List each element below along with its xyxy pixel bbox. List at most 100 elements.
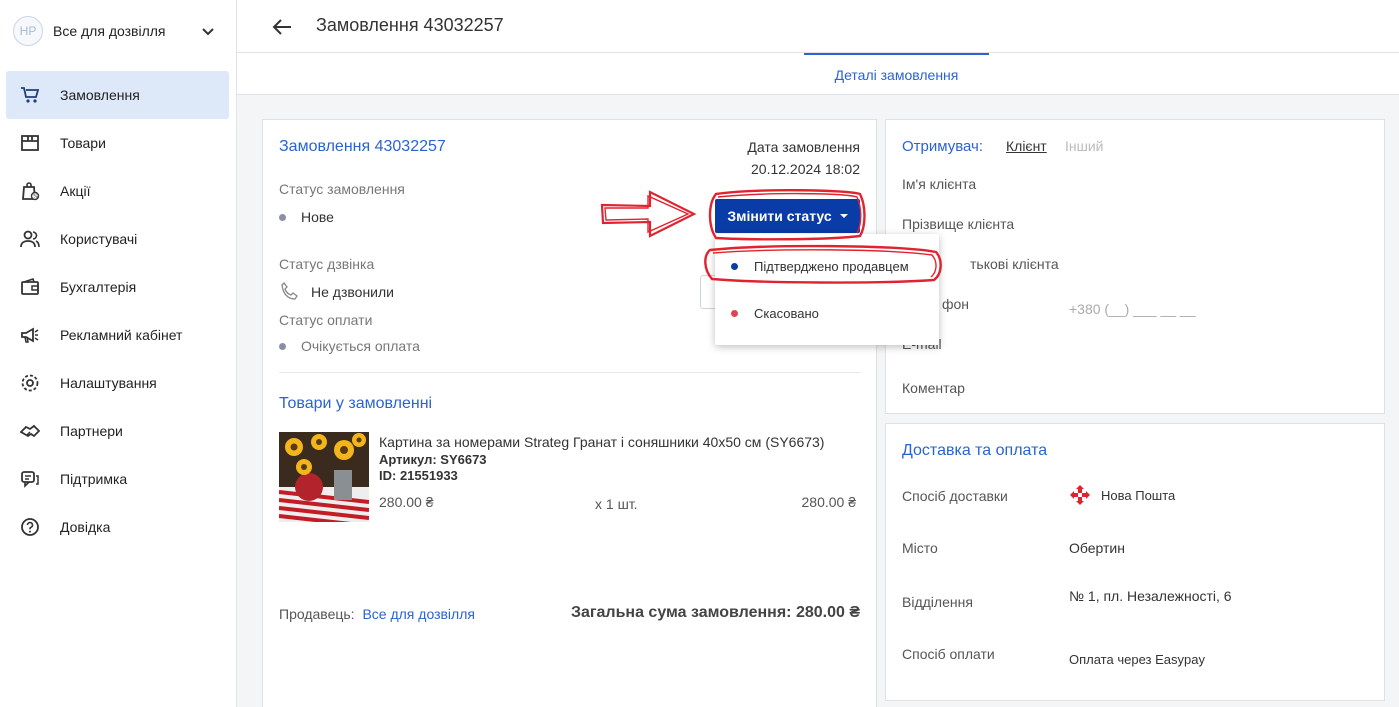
box-icon bbox=[21, 135, 39, 151]
seller-line: Продавець: Все для дозвілля bbox=[279, 606, 475, 622]
sidebar-nav: Замовлення Товари % Акції Користувачі Бу… bbox=[6, 71, 229, 551]
product-quantity: x 1 шт. bbox=[595, 496, 638, 512]
megaphone-icon bbox=[21, 327, 39, 343]
order-status-value: Нове bbox=[279, 209, 334, 225]
payment-method-label: Спосіб оплати bbox=[902, 646, 995, 662]
sidebar-item-label: Товари bbox=[60, 135, 106, 151]
sidebar-item-label: Рекламний кабінет bbox=[60, 327, 183, 343]
city-label: Місто bbox=[902, 540, 938, 556]
sidebar-item-partners[interactable]: Партнери bbox=[6, 407, 229, 455]
status-dot bbox=[731, 309, 738, 317]
call-status-value: Не дзвонили bbox=[279, 281, 394, 303]
status-text: Нове bbox=[301, 209, 334, 225]
order-card: Замовлення 43032257 Дата замовлення 20.1… bbox=[262, 119, 877, 707]
order-date-value: 20.12.2024 18:02 bbox=[751, 161, 860, 177]
sidebar-item-support[interactable]: Підтримка bbox=[6, 455, 229, 503]
sidebar: HP Все для дозвілля Замовлення Товари % … bbox=[0, 0, 237, 707]
shop-name: Все для дозвілля bbox=[53, 23, 166, 39]
change-status-label: Змінити статус bbox=[727, 208, 832, 224]
goods-title: Товари у замовленні bbox=[279, 395, 433, 412]
delivery-method-value: Нова Пошта bbox=[1101, 488, 1176, 503]
product-sum: 280.00 ₴ bbox=[801, 494, 857, 510]
help-icon bbox=[21, 518, 39, 536]
seller-link[interactable]: Все для дозвілля bbox=[362, 606, 475, 622]
tab-order-details[interactable]: Деталі замовлення bbox=[804, 53, 989, 94]
middle-name-label: тькові клієнта bbox=[970, 256, 1059, 272]
status-option-label: Підтверджено продавцем bbox=[754, 258, 909, 274]
page-title: Замовлення 43032257 bbox=[316, 15, 504, 35]
wallet-icon bbox=[21, 277, 39, 295]
last-name-label: Прізвище клієнта bbox=[902, 216, 1015, 232]
back-arrow-icon[interactable] bbox=[271, 16, 293, 38]
delivery-method-label: Спосіб доставки bbox=[902, 488, 1008, 504]
status-dropdown: Підтверджено продавцем Скасовано bbox=[715, 234, 939, 345]
caret-down-icon bbox=[839, 214, 848, 218]
sidebar-item-label: Довідка bbox=[60, 519, 111, 535]
tab-other[interactable]: Інший bbox=[1065, 138, 1104, 154]
city-value: Обертин bbox=[1069, 540, 1125, 556]
seller-label: Продавець: bbox=[279, 606, 355, 622]
status-option-label: Скасовано bbox=[754, 305, 819, 321]
sidebar-item-label: Акції bbox=[60, 183, 91, 199]
change-status-button[interactable]: Змінити статус bbox=[715, 199, 860, 233]
branch-label: Відділення bbox=[902, 594, 973, 610]
gear-icon bbox=[21, 374, 39, 392]
payment-method-value: Оплата через Easypay bbox=[1069, 652, 1205, 667]
call-status-label: Статус дзвінка bbox=[279, 256, 375, 272]
page-header: Замовлення 43032257 bbox=[237, 0, 1399, 53]
order-title: Замовлення 43032257 bbox=[279, 138, 446, 155]
users-icon bbox=[20, 230, 40, 248]
status-dot bbox=[279, 213, 286, 221]
status-option-cancelled[interactable]: Скасовано bbox=[715, 293, 939, 333]
phone-label: фон bbox=[942, 296, 970, 312]
delivery-card: Доставка та оплата Спосіб доставки Нова … bbox=[885, 423, 1385, 701]
sidebar-item-promos[interactable]: % Акції bbox=[6, 167, 229, 215]
recipient-card: Отримувач: Клієнт Інший Ім'я клієнта Прі… bbox=[885, 119, 1385, 414]
status-option-confirmed[interactable]: Підтверджено продавцем bbox=[715, 246, 939, 286]
order-total: Загальна сума замовлення: 280.00 ₴ bbox=[570, 604, 860, 621]
product-price: 280.00 ₴ bbox=[379, 494, 434, 510]
payment-status-text: Очікується оплата bbox=[301, 338, 420, 354]
delivery-title: Доставка та оплата bbox=[902, 442, 1048, 459]
sidebar-item-label: Налаштування bbox=[60, 375, 157, 391]
call-status-text: Не дзвонили bbox=[311, 284, 394, 300]
handshake-icon bbox=[20, 424, 40, 438]
sidebar-item-users[interactable]: Користувачі bbox=[6, 215, 229, 263]
product-name[interactable]: Картина за номерами Strateg Гранат і сон… bbox=[379, 434, 824, 450]
sidebar-item-label: Підтримка bbox=[60, 471, 128, 487]
cart-icon bbox=[21, 87, 40, 103]
product-sku: Артикул: SY6673 bbox=[379, 452, 487, 467]
sidebar-item-label: Партнери bbox=[60, 423, 123, 439]
avatar: HP bbox=[13, 16, 43, 46]
sidebar-item-goods[interactable]: Товари bbox=[6, 119, 229, 167]
sidebar-item-label: Користувачі bbox=[60, 231, 138, 247]
phone-icon bbox=[281, 282, 298, 300]
sidebar-item-ads[interactable]: Рекламний кабінет bbox=[6, 311, 229, 359]
tab-client[interactable]: Клієнт bbox=[1006, 138, 1047, 154]
svg-text:%: % bbox=[33, 194, 38, 200]
comment-label: Коментар bbox=[902, 380, 965, 396]
recipient-title: Отримувач: bbox=[902, 138, 984, 155]
sidebar-item-accounting[interactable]: Бухгалтерія bbox=[6, 263, 229, 311]
status-dot bbox=[279, 342, 286, 350]
nova-poshta-logo-icon bbox=[1070, 485, 1090, 505]
payment-status-value: Очікується оплата bbox=[279, 338, 420, 354]
phone-input[interactable]: +380 (__) ___ __ __ bbox=[1069, 301, 1196, 317]
promo-bag-icon: % bbox=[22, 182, 40, 201]
sidebar-item-help[interactable]: Довідка bbox=[6, 503, 229, 551]
product-id: ID: 21551933 bbox=[379, 468, 458, 483]
branch-value: № 1, пл. Незалежності, 6 bbox=[1069, 588, 1232, 604]
shop-switcher[interactable]: HP Все для дозвілля bbox=[13, 14, 225, 48]
divider bbox=[279, 372, 860, 373]
product-image[interactable] bbox=[279, 432, 369, 522]
sidebar-item-orders[interactable]: Замовлення bbox=[6, 71, 229, 119]
chevron-down-icon[interactable] bbox=[201, 24, 215, 38]
tabs-bar: Деталі замовлення bbox=[237, 53, 1399, 95]
chat-icon bbox=[21, 471, 39, 488]
first-name-label: Ім'я клієнта bbox=[902, 176, 977, 192]
sidebar-item-settings[interactable]: Налаштування bbox=[6, 359, 229, 407]
status-dot bbox=[731, 262, 738, 270]
payment-status-label: Статус оплати bbox=[279, 312, 373, 328]
sidebar-item-label: Замовлення bbox=[60, 87, 140, 103]
sidebar-item-label: Бухгалтерія bbox=[60, 279, 137, 295]
